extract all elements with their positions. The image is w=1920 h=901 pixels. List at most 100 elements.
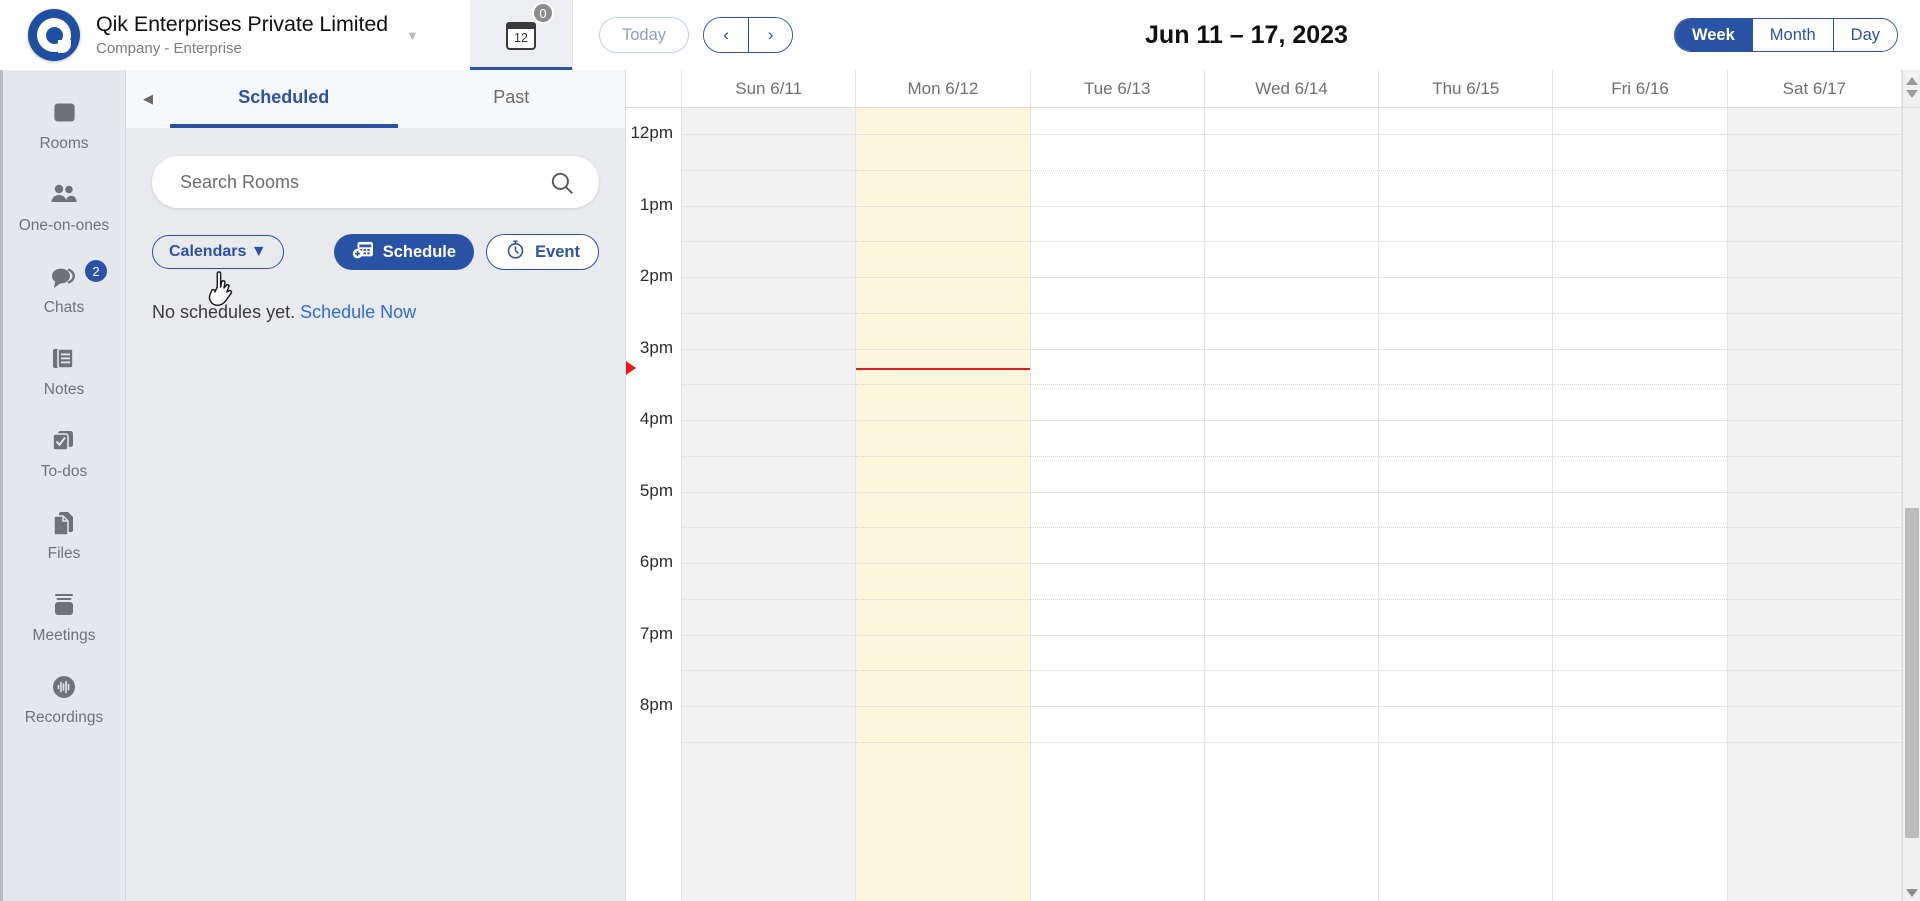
- half-hour-gridline: [856, 455, 1030, 457]
- vertical-scrollbar[interactable]: [1902, 108, 1920, 901]
- hour-gridline: [1379, 205, 1553, 207]
- day-column-fri[interactable]: [1553, 108, 1728, 901]
- scrollbar-down-arrow-icon[interactable]: [1906, 889, 1918, 897]
- hour-gridline: [856, 277, 1030, 278]
- half-hour-gridline: [856, 169, 1030, 171]
- hour-gridline: [1379, 134, 1553, 135]
- scrollbar-thumb[interactable]: [1905, 508, 1919, 838]
- half-hour-gridline: [1030, 741, 1204, 743]
- day-column-tue[interactable]: [1030, 108, 1205, 901]
- hour-gridline: [1204, 420, 1379, 421]
- hour-gridline: [856, 205, 1030, 207]
- sidebar-item-notes[interactable]: Notes: [3, 330, 125, 412]
- half-hour-gridline: [1030, 169, 1204, 171]
- day-header-tue[interactable]: Tue 6/13: [1031, 70, 1205, 107]
- company-plan: Company - Enterprise: [96, 39, 242, 57]
- hour-gridline: [1030, 420, 1204, 421]
- sidebar-item-files[interactable]: Files: [3, 494, 125, 576]
- hour-gridline: [1553, 420, 1727, 421]
- half-hour-gridline: [1030, 384, 1204, 386]
- grid-columns: 12pm 1pm 2pm 3pm 4pm 5pm 6pm 7pm 8pm: [626, 108, 1902, 901]
- hour-gridline: [1553, 634, 1727, 636]
- day-header-thu[interactable]: Thu 6/15: [1379, 70, 1554, 107]
- view-day-button[interactable]: Day: [1832, 19, 1897, 51]
- day-header-sat[interactable]: Sat 6/17: [1728, 70, 1902, 107]
- next-week-button[interactable]: ›: [748, 18, 793, 52]
- half-hour-gridline: [1553, 741, 1727, 743]
- hour-gridline: [1727, 491, 1901, 493]
- prev-week-button[interactable]: ‹: [704, 18, 749, 52]
- schedule-button[interactable]: Schedule: [333, 234, 475, 270]
- panel-actions: Calendars ▼ Schedule Event: [152, 234, 599, 270]
- scroll-up-icon[interactable]: [1905, 76, 1918, 85]
- recordings-icon: [50, 672, 78, 702]
- sidebar-item-rooms[interactable]: Rooms: [3, 84, 125, 166]
- scroll-down-icon[interactable]: [1905, 90, 1918, 99]
- hour-gridline: [1030, 277, 1204, 278]
- half-hour-gridline: [1553, 241, 1727, 243]
- chat-bubbles-icon: [49, 262, 79, 292]
- hour-gridline: [1030, 706, 1204, 707]
- sidebar-item-chats[interactable]: 2 Chats: [3, 248, 125, 330]
- view-month-button[interactable]: Month: [1751, 19, 1833, 51]
- sidebar-item-to-dos[interactable]: To-dos: [3, 412, 125, 494]
- hour-gridline: [1553, 348, 1727, 350]
- day-header-wed[interactable]: Wed 6/14: [1205, 70, 1380, 107]
- scroll-spinner[interactable]: [1901, 70, 1920, 107]
- time-label: 12pm: [628, 123, 675, 143]
- hour-gridline: [682, 134, 856, 135]
- half-hour-gridline: [1379, 741, 1553, 743]
- day-column-wed[interactable]: [1204, 108, 1380, 901]
- half-hour-gridline: [1727, 598, 1901, 600]
- day-header-mon[interactable]: Mon 6/12: [856, 70, 1031, 107]
- current-time-line: [856, 367, 1030, 370]
- tab-past[interactable]: Past: [398, 70, 626, 128]
- half-hour-gridline: [682, 598, 856, 600]
- hour-gridline: [1204, 563, 1379, 564]
- hour-gridline: [682, 706, 856, 707]
- search-input[interactable]: [152, 156, 599, 208]
- checkbox-icon: [50, 426, 78, 456]
- today-button[interactable]: Today: [599, 17, 690, 53]
- sidebar-label-meetings: Meetings: [32, 626, 96, 644]
- sidebar-item-meetings[interactable]: Meetings: [3, 576, 125, 658]
- view-week-button[interactable]: Week: [1674, 19, 1752, 51]
- tab-scheduled[interactable]: Scheduled: [170, 70, 398, 128]
- brand-area[interactable]: Qik Enterprises Private Limited Company …: [0, 0, 470, 70]
- hour-gridline: [1727, 634, 1901, 636]
- day-header-fri[interactable]: Fri 6/16: [1553, 70, 1728, 107]
- scheduled-panel: ◀ Scheduled Past Calendars ▼: [126, 70, 626, 901]
- collapse-panel-button[interactable]: ◀: [126, 70, 170, 128]
- hour-gridline: [1727, 420, 1901, 421]
- half-hour-gridline: [682, 384, 856, 386]
- day-header-sun[interactable]: Sun 6/11: [682, 70, 857, 107]
- day-column-sun[interactable]: [682, 108, 857, 901]
- search-icon[interactable]: [549, 170, 575, 201]
- sidebar-item-recordings[interactable]: Recordings: [3, 658, 125, 740]
- day-column-mon[interactable]: [856, 108, 1031, 901]
- half-hour-gridline: [1204, 169, 1379, 171]
- sidebar-label-recordings: Recordings: [24, 708, 104, 726]
- half-hour-gridline: [1727, 384, 1901, 386]
- day-column-thu[interactable]: [1379, 108, 1554, 901]
- tab-calendar[interactable]: 12 0: [470, 0, 572, 70]
- company-name: Qik Enterprises Private Limited: [96, 12, 389, 37]
- chevron-down-icon[interactable]: ▼: [406, 28, 419, 43]
- half-hour-gridline: [1727, 527, 1901, 529]
- hour-gridline: [856, 706, 1030, 707]
- half-hour-gridline: [1379, 241, 1553, 243]
- hour-gridline: [1727, 563, 1901, 564]
- sidebar-item-one-on-ones[interactable]: One-on-ones: [3, 166, 125, 248]
- half-hour-gridline: [1204, 741, 1379, 743]
- hour-gridline: [1379, 491, 1553, 493]
- hour-gridline: [1553, 563, 1727, 564]
- half-hour-gridline: [682, 241, 856, 243]
- half-hour-gridline: [856, 741, 1030, 743]
- hour-gridline: [682, 634, 856, 636]
- empty-state: No schedules yet. Schedule Now: [152, 302, 599, 323]
- half-hour-gridline: [856, 241, 1030, 243]
- event-button[interactable]: Event: [486, 234, 599, 270]
- schedule-now-link[interactable]: Schedule Now: [300, 302, 416, 322]
- day-column-sat[interactable]: [1727, 108, 1902, 901]
- calendars-dropdown-button[interactable]: Calendars ▼: [152, 235, 284, 269]
